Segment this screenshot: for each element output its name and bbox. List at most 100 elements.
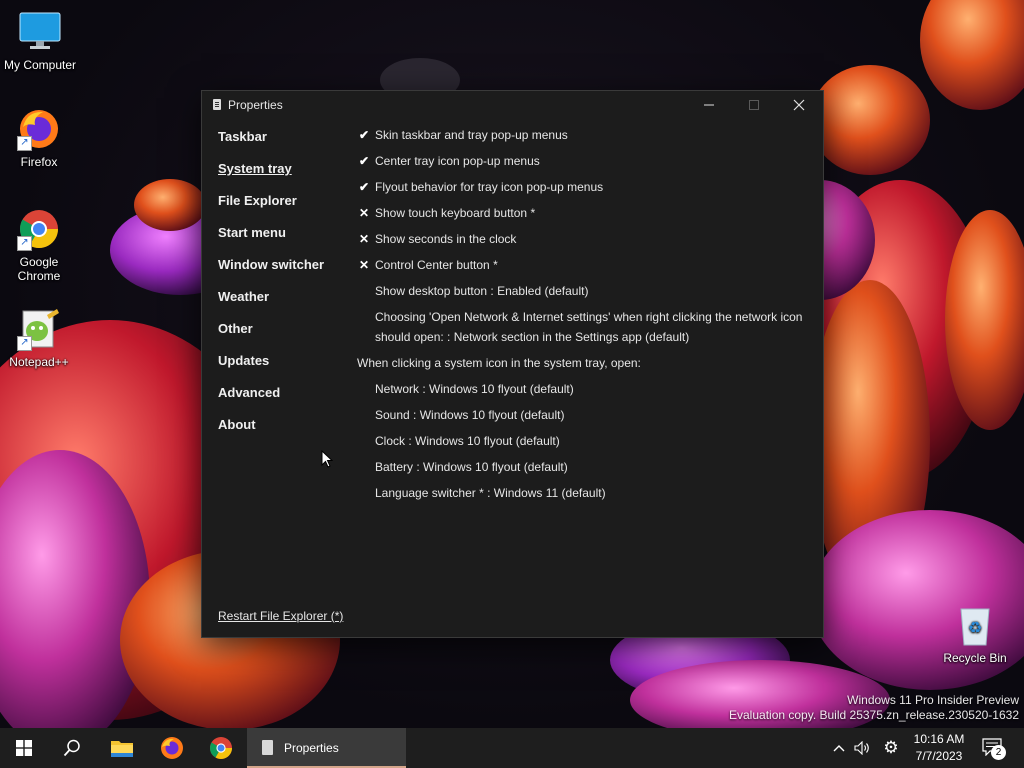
cross-icon: ✕ [358,258,370,272]
desktop-icon-label: Google Chrome [17,255,61,283]
taskbar-chrome[interactable] [197,728,245,768]
window-title: Properties [228,98,283,112]
option-label: Sound : Windows 10 flyout (default) [375,408,565,422]
evaluation-watermark: Windows 11 Pro Insider Preview Evaluatio… [729,693,1019,723]
option-label: Battery : Windows 10 flyout (default) [375,460,568,474]
option-touch-keyboard-button[interactable]: ✕ Show touch keyboard button * [357,203,812,223]
desktop-icon-firefox[interactable]: ↗ Firefox [0,107,79,169]
option-flyout-behavior[interactable]: ✔ Flyout behavior for tray icon pop-up m… [357,177,812,197]
nav-item-label: Updates [218,353,270,368]
checkmark-icon: ✔ [358,180,370,194]
option-label: Choosing 'Open Network & Internet settin… [375,310,803,344]
taskbar-file-explorer[interactable] [98,728,146,768]
option-center-tray-menus[interactable]: ✔ Center tray icon pop-up menus [357,151,812,171]
close-button[interactable] [776,91,821,119]
nav-item-about[interactable]: About [218,417,348,449]
nav-item-weather[interactable]: Weather [218,289,348,321]
desktop-icon-label: My Computer [3,58,77,72]
nav-item-label: About [218,417,256,432]
option-skin-taskbar-menus[interactable]: ✔ Skin taskbar and tray pop-up menus [357,125,812,145]
svg-text:♻: ♻ [968,618,982,637]
nav-item-label: Weather [218,289,270,304]
nav-item-label: Taskbar [218,129,267,144]
maximize-button[interactable] [731,91,776,119]
show-hidden-icons-button[interactable] [828,728,850,768]
desktop-icon-recycle-bin[interactable]: ♻ Recycle Bin [935,603,1015,665]
properties-window[interactable]: Properties Taskbar System tray File Expl… [201,90,824,638]
option-network-settings-target[interactable]: Choosing 'Open Network & Internet settin… [357,307,812,347]
notification-center-button[interactable]: 2 [980,736,1006,760]
start-icon [16,740,32,756]
option-label: Skin taskbar and tray pop-up menus [375,128,568,142]
watermark-build: Evaluation copy. Build 25375.zn_release.… [729,708,1019,722]
close-icon [793,99,804,111]
firefox-icon [161,737,183,759]
taskbar-clock[interactable]: 10:16 AM 7/7/2023 [905,731,973,765]
nav-item-label: Start menu [218,225,286,240]
notification-count-badge: 2 [991,745,1006,760]
desktop-icon-google-chrome[interactable]: ↗ Google Chrome [0,207,79,283]
settings-button[interactable]: ⚙ [879,728,903,768]
nav-item-label: File Explorer [218,193,297,208]
nav-item-label: Window switcher [218,257,325,272]
taskbar-properties-window[interactable]: Properties [247,728,406,768]
option-label: Center tray icon pop-up menus [375,154,540,168]
option-show-seconds[interactable]: ✕ Show seconds in the clock [357,229,812,249]
nav-item-advanced[interactable]: Advanced [218,385,348,417]
option-language-switcher[interactable]: Language switcher * : Windows 11 (defaul… [357,483,812,503]
watermark-edition: Windows 11 Pro Insider Preview [847,693,1019,707]
option-label: Control Center button * [375,258,498,272]
option-label: Show seconds in the clock [375,232,517,246]
option-control-center-button[interactable]: ✕ Control Center button * [357,255,812,275]
desktop-icon-notepad-plus-plus[interactable]: ↗ Notepad++ [0,307,79,369]
chrome-icon [210,737,232,759]
nav-item-other[interactable]: Other [218,321,348,353]
nav-item-taskbar[interactable]: Taskbar [218,129,348,161]
option-show-desktop-button[interactable]: Show desktop button : Enabled (default) [357,281,812,301]
desktop-icon-label: Firefox [20,155,58,169]
shortcut-arrow-icon: ↗ [17,336,32,351]
option-label: Language switcher * : Windows 11 (defaul… [375,486,606,500]
search-button[interactable] [48,728,96,768]
nav-item-updates[interactable]: Updates [218,353,348,385]
checkmark-icon: ✔ [358,154,370,168]
recycle-bin-icon: ♻ [953,603,997,647]
gear-icon: ⚙ [883,738,899,758]
clock-date: 7/7/2023 [915,749,963,763]
properties-app-icon [213,99,221,110]
mouse-pointer-icon [321,450,333,468]
nav-item-system-tray[interactable]: System tray [218,161,348,193]
option-network-flyout[interactable]: Network : Windows 10 flyout (default) [357,379,812,399]
section-heading: When clicking a system icon in the syste… [357,356,641,370]
shortcut-arrow-icon: ↗ [17,236,32,251]
option-sound-flyout[interactable]: Sound : Windows 10 flyout (default) [357,405,812,425]
nav-item-start-menu[interactable]: Start menu [218,225,348,257]
option-clock-flyout[interactable]: Clock : Windows 10 flyout (default) [357,431,812,451]
option-label: Show touch keyboard button * [375,206,536,220]
cross-icon: ✕ [358,232,370,246]
speaker-icon [854,741,869,755]
nav-item-label: Other [218,321,253,336]
maximize-icon [748,100,759,110]
window-titlebar[interactable]: Properties [202,91,823,119]
restart-file-explorer-link[interactable]: Restart File Explorer (*) [218,609,343,623]
checkmark-icon: ✔ [358,128,370,142]
desktop-icon-label: Recycle Bin [943,651,1007,665]
shortcut-arrow-icon: ↗ [17,136,32,151]
chevron-up-icon [833,745,845,752]
clock-time: 10:16 AM [913,732,965,746]
nav-item-window-switcher[interactable]: Window switcher [218,257,348,289]
minimize-button[interactable] [686,91,731,119]
minimize-icon [703,104,714,106]
taskbar: Properties ⚙ 10:16 AM 7/7/2023 2 [0,728,1024,768]
taskbar-firefox[interactable] [148,728,196,768]
volume-button[interactable] [851,728,873,768]
option-battery-flyout[interactable]: Battery : Windows 10 flyout (default) [357,457,812,477]
desktop-icon-my-computer[interactable]: My Computer [0,10,80,72]
start-button[interactable] [0,728,48,768]
settings-nav: Taskbar System tray File Explorer Start … [218,129,348,449]
nav-item-file-explorer[interactable]: File Explorer [218,193,348,225]
option-label: Flyout behavior for tray icon pop-up men… [375,180,604,194]
search-icon [63,739,80,757]
chrome-icon: ↗ [17,207,61,251]
